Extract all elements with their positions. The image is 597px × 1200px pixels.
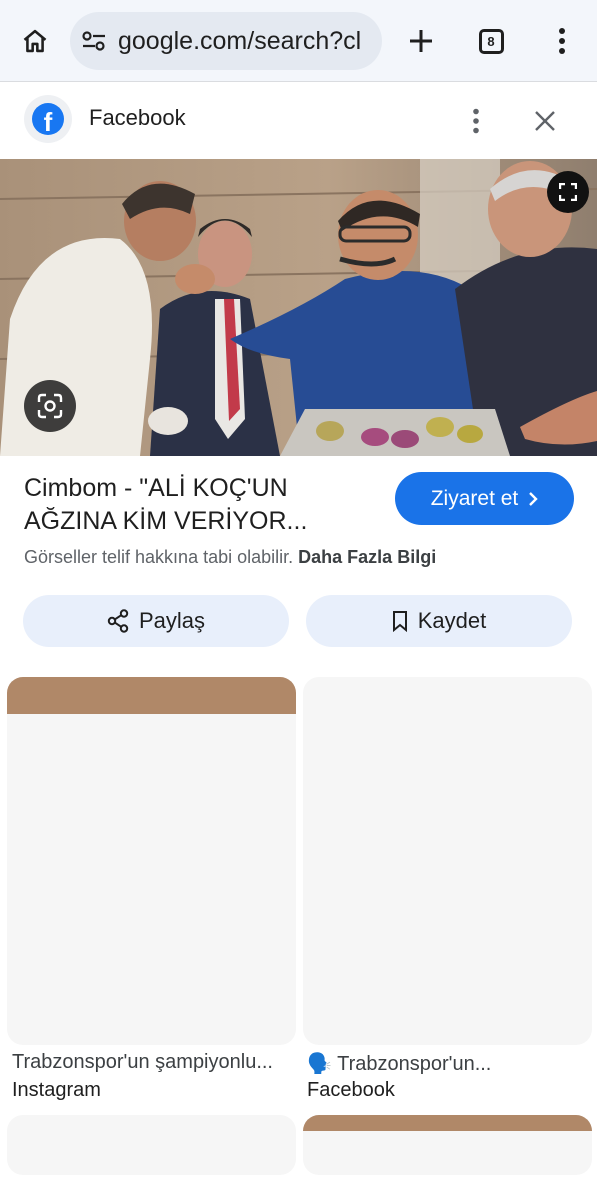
related-image-card[interactable] [7, 1115, 296, 1175]
save-label: Kaydet [417, 608, 487, 633]
source-more-button[interactable] [460, 101, 492, 141]
fullscreen-icon [559, 183, 577, 201]
visit-label: Ziyaret et [430, 486, 519, 510]
new-tab-button[interactable] [400, 20, 442, 62]
lens-icon [37, 393, 63, 419]
tab-count: 8 [487, 33, 495, 49]
copyright-notice: Görseller telif hakkına tabi olabilir. D… [24, 547, 437, 567]
more-vert-icon [473, 108, 479, 134]
visit-button[interactable]: Ziyaret et [395, 472, 574, 525]
browser-toolbar: google.com/search?cl 8 [0, 0, 597, 82]
related-image-card[interactable] [303, 677, 592, 1045]
plus-icon [410, 30, 432, 52]
bookmark-icon [392, 611, 407, 632]
expand-button[interactable] [547, 171, 589, 213]
browser-menu-button[interactable] [542, 20, 582, 62]
save-button[interactable]: Kaydet [306, 595, 572, 647]
share-label: Paylaş [138, 608, 206, 633]
facebook-icon: f [32, 103, 64, 135]
site-settings-icon[interactable] [70, 12, 118, 70]
related-card-title[interactable]: Trabzonspor'un şampiyonlu... [12, 1051, 292, 1074]
source-name: Facebook [89, 105, 186, 130]
related-card-source: Instagram [12, 1079, 101, 1101]
url-text[interactable]: google.com/search?cl [118, 27, 361, 56]
related-card-title[interactable]: 🗣️ Trabzonspor'un... [307, 1051, 587, 1076]
related-image-card[interactable] [303, 1115, 592, 1175]
more-info-link[interactable]: Daha Fazla Bilgi [298, 547, 436, 567]
facebook-logo: f [24, 95, 72, 143]
source-header: f Facebook [0, 83, 597, 159]
share-icon [107, 609, 129, 633]
tab-switcher-button[interactable]: 8 [470, 20, 512, 62]
home-button[interactable] [14, 20, 56, 62]
related-image-card[interactable] [7, 677, 296, 1045]
close-icon [535, 111, 555, 131]
address-bar[interactable]: google.com/search?cl [70, 12, 382, 70]
tabs-icon: 8 [478, 28, 504, 54]
result-title[interactable]: Cimbom - "ALİ KOÇ'UN AĞZINA KİM VERİYOR.… [24, 472, 384, 538]
share-button[interactable]: Paylaş [23, 595, 289, 647]
google-lens-button[interactable] [24, 380, 76, 432]
result-image[interactable] [0, 159, 597, 456]
close-button[interactable] [526, 101, 564, 141]
related-card-source: Facebook [307, 1079, 395, 1101]
chevron-right-icon [529, 491, 538, 506]
related-image-thumbnail [7, 677, 296, 714]
more-vert-icon [559, 28, 565, 54]
home-icon [23, 29, 47, 53]
related-image-thumbnail [303, 1115, 592, 1131]
photo-scene [0, 159, 597, 456]
